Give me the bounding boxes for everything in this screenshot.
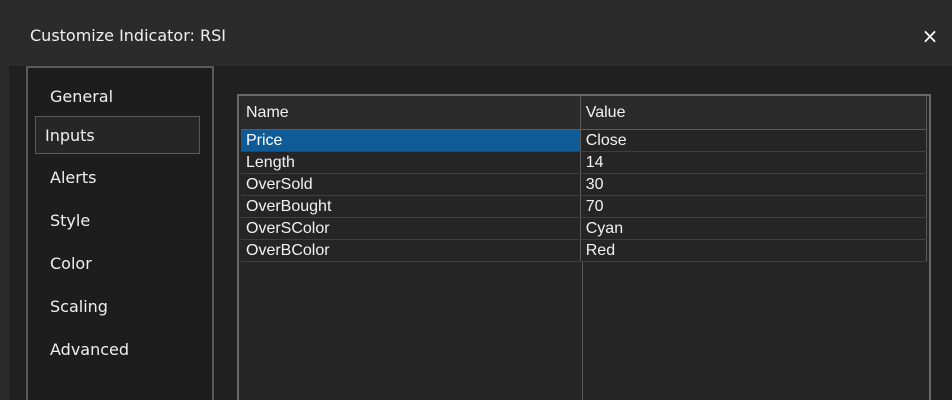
close-icon[interactable]: × bbox=[918, 24, 942, 48]
inputs-grid: Name Value Price Close Length 14 OverSol… bbox=[237, 94, 931, 400]
inputs-table: Name Value Price Close Length 14 OverSol… bbox=[241, 96, 928, 262]
sidebar: General Inputs Alerts Style Color Scalin… bbox=[26, 66, 214, 400]
dialog-title: Customize Indicator: RSI bbox=[30, 26, 226, 45]
sidebar-item-advanced[interactable]: Advanced bbox=[42, 331, 210, 369]
input-value-cell[interactable]: 14 bbox=[580, 151, 928, 174]
column-header-value[interactable]: Value bbox=[580, 96, 928, 130]
table-row[interactable]: OverSold 30 bbox=[241, 173, 928, 196]
sidebar-item-scaling[interactable]: Scaling bbox=[42, 288, 210, 326]
column-header-name[interactable]: Name bbox=[241, 96, 581, 130]
title-bar: Customize Indicator: RSI × bbox=[0, 0, 952, 66]
input-value-cell[interactable]: Close bbox=[580, 129, 928, 152]
table-header-row: Name Value bbox=[241, 96, 928, 130]
sidebar-item-general[interactable]: General bbox=[42, 78, 210, 116]
customize-indicator-dialog: Customize Indicator: RSI × General Input… bbox=[0, 0, 952, 400]
sidebar-item-alerts[interactable]: Alerts bbox=[42, 159, 210, 197]
table-row[interactable]: OverBought 70 bbox=[241, 195, 928, 218]
sidebar-item-style[interactable]: Style bbox=[42, 202, 210, 240]
sidebar-item-inputs[interactable]: Inputs bbox=[35, 116, 200, 154]
table-row[interactable]: Price Close bbox=[241, 129, 928, 152]
input-value-cell[interactable]: 70 bbox=[580, 195, 928, 218]
input-name-cell[interactable]: OverBColor bbox=[241, 239, 581, 262]
input-value-cell[interactable]: 30 bbox=[580, 173, 928, 196]
table-row[interactable]: OverBColor Red bbox=[241, 239, 928, 262]
input-name-cell[interactable]: OverSColor bbox=[241, 217, 581, 240]
input-name-cell[interactable]: OverSold bbox=[241, 173, 581, 196]
dialog-content: General Inputs Alerts Style Color Scalin… bbox=[9, 66, 952, 400]
table-row[interactable]: Length 14 bbox=[241, 151, 928, 174]
table-row[interactable]: OverSColor Cyan bbox=[241, 217, 928, 240]
input-value-cell[interactable]: Red bbox=[580, 239, 928, 262]
input-name-cell[interactable]: Length bbox=[241, 151, 581, 174]
sidebar-item-color[interactable]: Color bbox=[42, 245, 210, 283]
input-name-cell[interactable]: Price bbox=[241, 129, 581, 152]
input-value-cell[interactable]: Cyan bbox=[580, 217, 928, 240]
input-name-cell[interactable]: OverBought bbox=[241, 195, 581, 218]
